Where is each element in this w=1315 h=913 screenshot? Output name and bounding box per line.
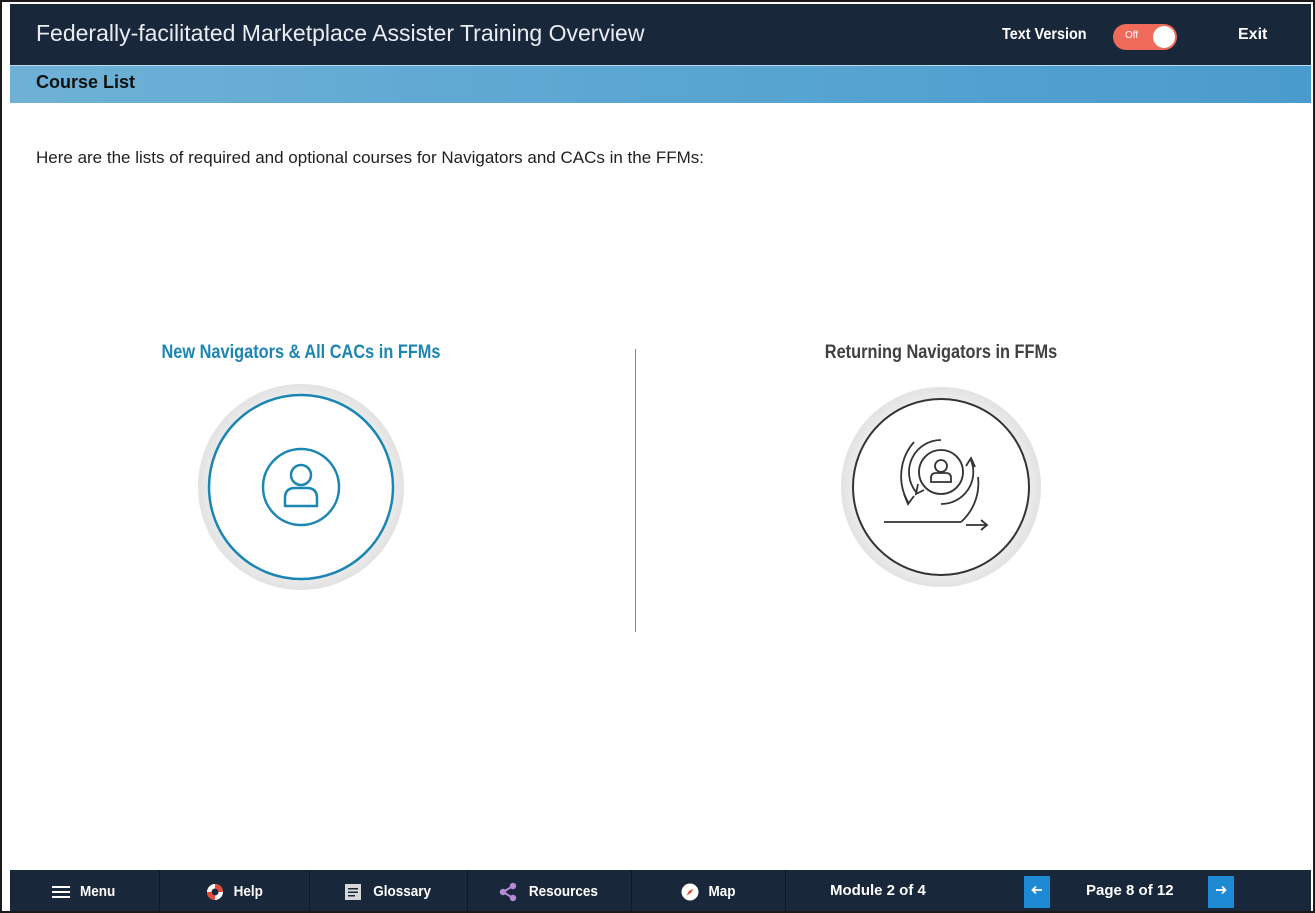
toggle-state-label: Off	[1125, 30, 1139, 41]
glossary-label: Glossary	[373, 883, 431, 900]
toggle-knob	[1153, 26, 1175, 48]
glossary-button[interactable]: Glossary	[310, 870, 468, 911]
book-icon	[343, 882, 363, 902]
lifebuoy-icon	[205, 882, 225, 902]
exit-button[interactable]: Exit	[1238, 26, 1267, 44]
page-indicator: Page 8 of 12	[1086, 882, 1174, 899]
next-page-button[interactable]	[1208, 876, 1234, 908]
text-version-label: Text Version	[1002, 26, 1087, 43]
returning-person-icon	[836, 382, 1046, 592]
intro-text: Here are the lists of required and optio…	[36, 148, 705, 167]
help-label: Help	[233, 883, 263, 900]
compass-icon	[680, 882, 700, 902]
divider	[635, 349, 636, 632]
option-new-navigators[interactable]: New Navigators & All CACs in FFMs	[136, 342, 466, 592]
module-indicator: Module 2 of 4	[830, 882, 926, 899]
option-new-label: New Navigators & All CACs in FFMs	[161, 342, 441, 363]
share-icon	[498, 882, 518, 902]
map-button[interactable]: Map	[632, 870, 786, 911]
footer-bar: Menu Help Glossary Resources Map Module …	[10, 870, 1311, 911]
course-window: Federally-facilitated Marketplace Assist…	[0, 0, 1315, 913]
map-label: Map	[708, 883, 736, 900]
option-returning-label: Returning Navigators in FFMs	[824, 342, 1058, 363]
arrow-right-icon	[1215, 883, 1227, 901]
section-bar: Course List	[10, 65, 1311, 103]
menu-button[interactable]: Menu	[10, 870, 160, 911]
resources-label: Resources	[528, 883, 598, 900]
previous-page-button[interactable]	[1024, 876, 1050, 908]
arrow-left-icon	[1031, 883, 1043, 901]
header-bar: Federally-facilitated Marketplace Assist…	[10, 4, 1311, 65]
section-title: Course List	[36, 72, 136, 92]
help-button[interactable]: Help	[160, 870, 310, 911]
app-title: Federally-facilitated Marketplace Assist…	[36, 20, 645, 46]
menu-label: Menu	[80, 883, 116, 900]
hamburger-icon	[51, 882, 71, 902]
text-version-toggle[interactable]: Off	[1113, 24, 1177, 50]
resources-button[interactable]: Resources	[468, 870, 632, 911]
person-icon	[196, 382, 406, 592]
option-returning-navigators[interactable]: Returning Navigators in FFMs	[776, 342, 1106, 592]
